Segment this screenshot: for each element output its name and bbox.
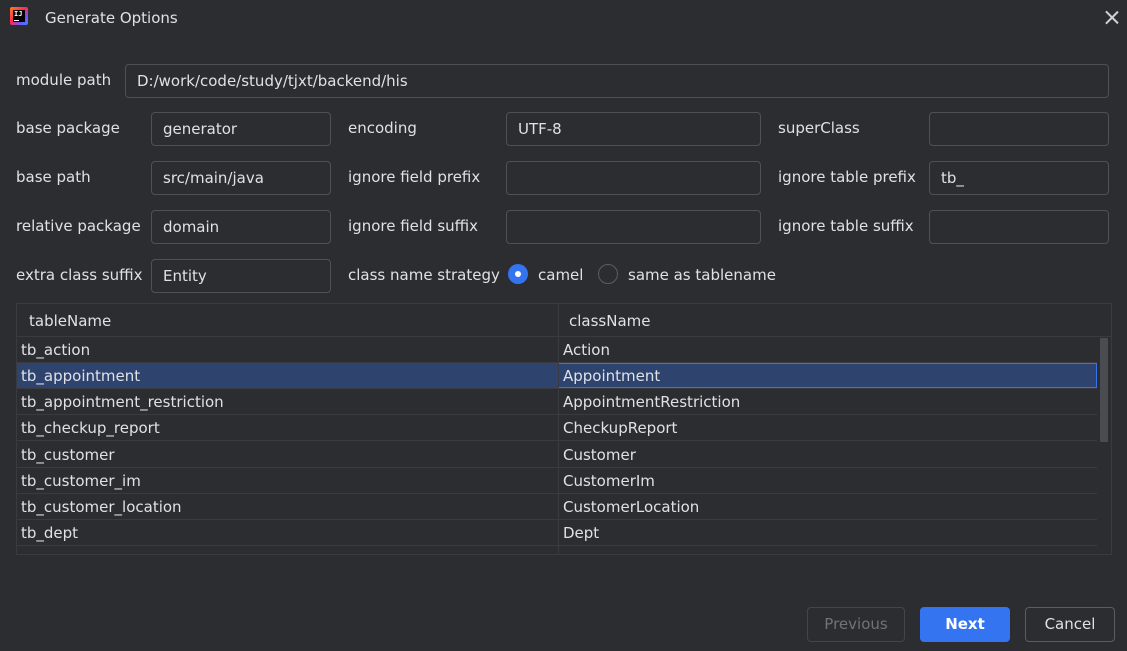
- table-cell-tablename: tb_customer_im: [21, 472, 141, 490]
- next-button[interactable]: Next: [920, 607, 1010, 642]
- table-cell-tablename: tb_appointment: [21, 367, 141, 385]
- base-path-label: base path: [16, 168, 91, 186]
- class-name-strategy-label: class name strategy: [348, 266, 500, 284]
- title-bar: IJ Generate Options: [0, 0, 1127, 36]
- relative-package-label: relative package: [16, 217, 141, 235]
- previous-button[interactable]: Previous: [807, 607, 905, 642]
- ignore-field-suffix-label: ignore field suffix: [348, 217, 479, 235]
- table-cell-classname[interactable]: Action: [563, 337, 610, 362]
- base-package-input[interactable]: [151, 112, 331, 146]
- base-package-label: base package: [16, 119, 120, 137]
- table-row[interactable]: tb_customer_im CustomerIm: [17, 468, 1097, 494]
- table-mapping-grid: tableName className tb_action Action tb_…: [16, 303, 1112, 555]
- table-cell-tablename: tb_action: [21, 341, 91, 359]
- ignore-table-prefix-label: ignore table prefix: [778, 168, 916, 186]
- table-row[interactable]: tb_action Action: [17, 337, 1097, 363]
- camel-radio-label[interactable]: camel: [538, 266, 583, 284]
- table-scrollbar-thumb[interactable]: [1100, 338, 1108, 442]
- ignore-table-prefix-input[interactable]: [929, 161, 1109, 195]
- encoding-input[interactable]: [506, 112, 761, 146]
- ignore-field-suffix-input[interactable]: [506, 210, 761, 244]
- table-cell-tablename: tb_checkup_report: [21, 419, 160, 437]
- table-cell-classname[interactable]: CheckupReport: [563, 415, 677, 440]
- table-row[interactable]: tb_customer_location CustomerLocation: [17, 494, 1097, 520]
- table-cell-tablename: tb_appointment_restriction: [21, 393, 224, 411]
- table-cell-tablename: tb_customer_location: [21, 498, 182, 516]
- encoding-label: encoding: [348, 119, 417, 137]
- camel-radio[interactable]: [508, 264, 528, 284]
- table-cell-classname[interactable]: Dept: [563, 520, 599, 545]
- table-row-selected[interactable]: tb_appointment Appointment: [17, 363, 1097, 389]
- table-cell-classname[interactable]: AppointmentRestriction: [563, 389, 740, 414]
- ignore-table-suffix-label: ignore table suffix: [778, 217, 914, 235]
- table-cell-classname[interactable]: Appointment: [563, 363, 660, 388]
- superclass-label: superClass: [778, 119, 860, 137]
- table-cell-classname[interactable]: CustomerIm: [563, 468, 655, 493]
- superclass-input[interactable]: [929, 112, 1109, 146]
- dialog-title: Generate Options: [45, 9, 178, 27]
- column-divider[interactable]: [558, 304, 559, 554]
- module-path-label: module path: [16, 71, 112, 89]
- ignore-field-prefix-input[interactable]: [506, 161, 761, 195]
- table-row[interactable]: tb_checkup_report CheckupReport: [17, 415, 1097, 441]
- table-row[interactable]: tb_appointment_restriction AppointmentRe…: [17, 389, 1097, 415]
- table-cell-tablename: tb_customer: [21, 446, 115, 464]
- column-header-tablename[interactable]: tableName: [29, 304, 111, 336]
- relative-package-input[interactable]: [151, 210, 331, 244]
- base-path-input[interactable]: [151, 161, 331, 195]
- table-cell-tablename: tb_dept: [21, 524, 79, 542]
- table-row[interactable]: tb_dept Dept: [17, 520, 1097, 546]
- intellij-idea-icon: IJ: [10, 7, 28, 25]
- table-row[interactable]: tb_customer Customer: [17, 442, 1097, 468]
- table-cell-classname[interactable]: Customer: [563, 442, 636, 467]
- module-path-input[interactable]: [125, 64, 1109, 98]
- ignore-table-suffix-input[interactable]: [929, 210, 1109, 244]
- extra-class-suffix-label: extra class suffix: [16, 266, 143, 284]
- table-cell-classname[interactable]: CustomerLocation: [563, 494, 699, 519]
- table-header: tableName className: [17, 304, 1111, 337]
- column-header-classname[interactable]: className: [569, 304, 651, 336]
- extra-class-suffix-input[interactable]: [151, 259, 331, 293]
- same-as-tablename-radio-label[interactable]: same as tablename: [628, 266, 776, 284]
- close-icon[interactable]: [1101, 7, 1123, 29]
- ignore-field-prefix-label: ignore field prefix: [348, 168, 481, 186]
- same-as-tablename-radio[interactable]: [598, 264, 618, 284]
- cancel-button[interactable]: Cancel: [1025, 607, 1115, 642]
